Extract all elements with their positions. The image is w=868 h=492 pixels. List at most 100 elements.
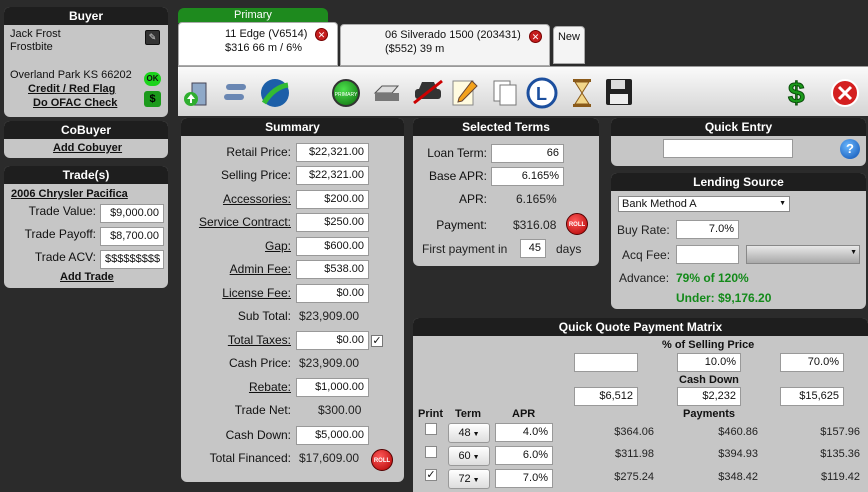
cash-down-input[interactable]: $5,000.00 [296, 426, 369, 445]
chevron-down-icon: ▼ [779, 200, 786, 207]
lender-l-icon[interactable]: L [526, 77, 558, 109]
advance-label: Advance: [619, 271, 670, 285]
taxes-checkbox[interactable]: ✓ [371, 335, 383, 347]
term-select-row1[interactable]: 48 ▼ [448, 423, 490, 443]
chevron-down-icon: ▼ [470, 454, 480, 461]
print-checkbox-row2[interactable] [425, 446, 437, 458]
rebate-input[interactable]: $1,000.00 [296, 378, 369, 397]
term-select-row2[interactable]: 60 ▼ [448, 446, 490, 466]
tab-deal-silverado-summary: ($552) 39 m [385, 43, 445, 55]
first-payment-input[interactable]: 45 [520, 239, 546, 258]
payment-row2-col1: $311.98 [615, 448, 654, 460]
buyer-location: Overland Park KS 66202 [10, 69, 132, 81]
close-tab-edge-icon[interactable]: ✕ [315, 28, 328, 41]
compare-deals-icon[interactable] [222, 81, 252, 111]
service-contract-input[interactable]: $250.00 [296, 213, 369, 232]
apr-input-row3[interactable]: 7.0% [495, 469, 553, 488]
apr-value: 6.165% [516, 192, 557, 206]
payment-value: $316.08 [513, 218, 557, 232]
term-select-row3[interactable]: 72 ▼ [448, 469, 490, 489]
gap-link[interactable]: Gap: [186, 239, 291, 253]
printer-icon[interactable] [372, 79, 402, 109]
apr-input-row1[interactable]: 4.0% [495, 423, 553, 442]
term-value-row2: 60 [458, 450, 471, 462]
total-financed-label: Total Financed: [209, 451, 291, 465]
service-contract-link[interactable]: Service Contract: [186, 215, 291, 229]
primary-deal-button[interactable]: PRIMARY [332, 79, 362, 107]
close-tab-silverado-icon[interactable]: ✕ [529, 30, 542, 43]
toolbar: PRIMARY L $ [178, 66, 868, 116]
retail-price-label: Retail Price: [226, 145, 291, 159]
cash-input-2[interactable]: $2,232 [677, 387, 741, 406]
payment-row2-col2: $394.93 [718, 448, 758, 460]
new-tab-button[interactable]: New [553, 26, 585, 64]
cobuyer-title: CoBuyer [4, 121, 168, 139]
close-deal-icon[interactable] [830, 78, 860, 108]
print-checkbox-row3[interactable]: ✓ [425, 469, 437, 481]
cash-price-label: Cash Price: [228, 356, 291, 370]
print-checkbox-row1[interactable] [425, 423, 437, 435]
edit-buyer-icon[interactable]: ✎ [145, 30, 160, 45]
dollar-badge[interactable]: $ [144, 91, 161, 107]
tab-deal-silverado[interactable]: 06 Silverado 1500 (203431) ($552) 39 m ✕ [340, 24, 550, 66]
trade-net-label: Trade Net: [234, 403, 291, 417]
apr-input-row2[interactable]: 6.0% [495, 446, 553, 465]
help-icon[interactable]: ? [840, 139, 860, 159]
selling-price-input[interactable]: $22,321.00 [296, 166, 369, 185]
tab-deal-edge[interactable]: 11 Edge (V6514) $316 66 m / 6% ✕ [178, 22, 338, 66]
gap-input[interactable]: $600.00 [296, 237, 369, 256]
pct-input-2[interactable]: 10.0% [677, 353, 741, 372]
trade-value-input[interactable]: $9,000.00 [100, 204, 164, 223]
save-deal-upload-icon[interactable] [182, 79, 212, 109]
credit-red-flag-link[interactable]: Credit / Red Flag [28, 83, 115, 95]
total-taxes-link[interactable]: Total Taxes: [186, 333, 291, 347]
roll-total-button[interactable]: ROLL [371, 449, 393, 471]
base-apr-input[interactable]: 6.165% [491, 167, 564, 186]
payments-header: Payments [683, 408, 735, 420]
tab-deal-edge-title: 11 Edge (V6514) [225, 28, 308, 40]
edit-notes-icon[interactable] [450, 77, 480, 107]
save-disk-icon[interactable] [604, 77, 634, 107]
selling-price-label: Selling Price: [220, 168, 291, 182]
svg-text:$: $ [788, 77, 805, 108]
trade-vehicle-link[interactable]: 2006 Chrysler Pacifica [11, 188, 128, 200]
accessories-input[interactable]: $200.00 [296, 190, 369, 209]
add-trade-link[interactable]: Add Trade [60, 271, 114, 283]
add-cobuyer-link[interactable]: Add Cobuyer [53, 142, 122, 154]
admin-fee-input[interactable]: $538.00 [296, 260, 369, 279]
copy-deal-icon[interactable] [490, 77, 520, 107]
license-fee-link[interactable]: License Fee: [186, 286, 291, 300]
road-map-icon[interactable] [260, 77, 290, 107]
buyer-first-name: Jack Frost [10, 28, 61, 40]
buy-rate-input[interactable]: 7.0% [676, 220, 739, 239]
trade-acv-input[interactable]: $$$$$$$$$ [100, 250, 164, 269]
lending-source-panel: Lending Source [611, 173, 866, 309]
tab-primary-header[interactable]: Primary [178, 8, 328, 23]
retail-price-input[interactable]: $22,321.00 [296, 143, 369, 162]
finance-dollar-icon[interactable]: $ [784, 76, 814, 111]
rebate-link[interactable]: Rebate: [186, 380, 291, 394]
payment-row1-col3: $157.96 [820, 426, 860, 438]
admin-fee-link[interactable]: Admin Fee: [186, 262, 291, 276]
cash-input-3[interactable]: $15,625 [780, 387, 844, 406]
ofac-check-link[interactable]: Do OFAC Check [33, 97, 117, 109]
pct-input-3[interactable]: 70.0% [780, 353, 844, 372]
cash-input-1[interactable]: $6,512 [574, 387, 638, 406]
accessories-link[interactable]: Accessories: [186, 192, 291, 206]
license-fee-input[interactable]: $0.00 [296, 284, 369, 303]
vehicle-icon[interactable] [412, 77, 443, 107]
bank-select[interactable]: Bank Method A ▼ [618, 196, 790, 212]
loan-term-input[interactable]: 66 [491, 144, 564, 163]
acq-fee-input[interactable] [676, 245, 739, 264]
acq-fee-select[interactable]: ▼ [746, 245, 860, 264]
quick-entry-input[interactable] [663, 139, 793, 158]
advance-value: 79% of 120% [676, 271, 749, 285]
trade-payoff-input[interactable]: $8,700.00 [100, 227, 164, 246]
ok-badge: OK [144, 72, 161, 86]
total-taxes-input[interactable]: $0.00 [296, 331, 369, 350]
buyer-last-name: Frostbite [10, 41, 53, 53]
pct-input-1[interactable] [574, 353, 638, 372]
loan-term-label: Loan Term: [427, 146, 487, 160]
roll-payment-button[interactable]: ROLL [566, 213, 588, 235]
hourglass-icon[interactable] [570, 77, 600, 107]
